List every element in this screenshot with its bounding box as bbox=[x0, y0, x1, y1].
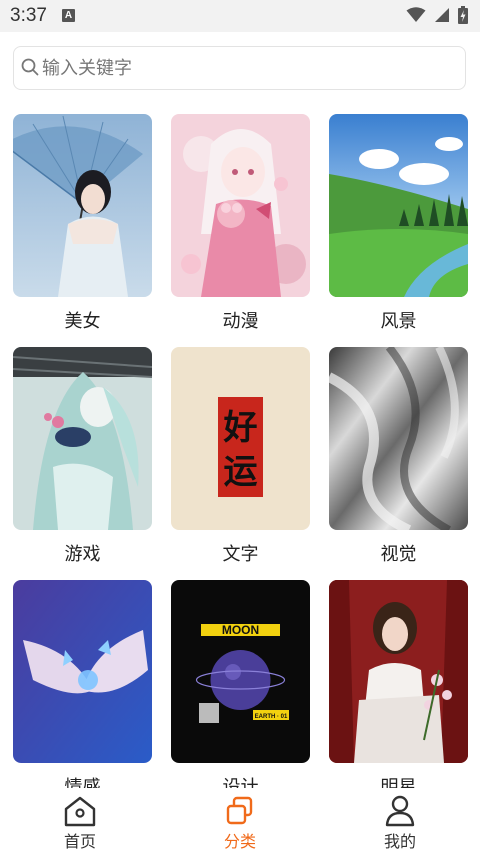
battery-icon bbox=[458, 6, 468, 24]
signal-icon bbox=[435, 8, 449, 22]
tab-profile-label: 我的 bbox=[383, 832, 416, 851]
beauty-thumbnail bbox=[13, 114, 152, 297]
category-icon bbox=[226, 796, 253, 825]
home-icon bbox=[64, 796, 96, 827]
category-card-anime[interactable] bbox=[171, 114, 310, 297]
scenery-thumbnail bbox=[329, 114, 468, 297]
category-label[interactable]: 视觉 bbox=[329, 540, 468, 566]
category-card-visual[interactable] bbox=[329, 347, 468, 530]
emotion-thumbnail bbox=[13, 580, 152, 763]
search-icon bbox=[21, 58, 39, 76]
category-label[interactable]: 动漫 bbox=[171, 307, 310, 333]
category-label[interactable]: 游戏 bbox=[13, 540, 152, 566]
status-time: 3:37 bbox=[10, 5, 47, 26]
game-thumbnail bbox=[13, 347, 152, 530]
category-label[interactable]: 风景 bbox=[329, 307, 468, 333]
category-card-emotion[interactable] bbox=[13, 580, 152, 763]
category-card-scenery[interactable] bbox=[329, 114, 468, 297]
category-label[interactable]: 美女 bbox=[13, 307, 152, 333]
calligraphy-char-1: 好 bbox=[223, 408, 258, 448]
category-label[interactable]: 文字 bbox=[171, 540, 310, 566]
category-card-design[interactable]: MOON EARTH · 01 bbox=[171, 580, 310, 763]
profile-icon bbox=[385, 795, 415, 827]
status-bar: 3:37 A bbox=[0, 0, 480, 32]
wifi-icon bbox=[406, 7, 426, 22]
moon-subtitle: EARTH · 01 bbox=[255, 714, 288, 720]
tab-category[interactable]: 分类 bbox=[180, 788, 300, 853]
category-card-beauty[interactable] bbox=[13, 114, 152, 297]
visual-thumbnail bbox=[329, 347, 468, 530]
calligraphy-char-2: 运 bbox=[224, 452, 258, 492]
text-thumbnail: 好 运 bbox=[171, 347, 310, 530]
search-input[interactable] bbox=[42, 47, 452, 89]
notification-icon: A bbox=[62, 9, 75, 22]
tab-category-label: 分类 bbox=[223, 832, 256, 851]
tab-profile[interactable]: 我的 bbox=[340, 788, 460, 853]
status-icons bbox=[406, 6, 468, 24]
category-card-text[interactable]: 好 运 bbox=[171, 347, 310, 530]
celebrity-thumbnail bbox=[329, 580, 468, 763]
category-card-celebrity[interactable] bbox=[329, 580, 468, 763]
category-card-game[interactable] bbox=[13, 347, 152, 530]
anime-thumbnail bbox=[171, 114, 310, 297]
tab-home[interactable]: 首页 bbox=[20, 788, 140, 853]
design-thumbnail: MOON EARTH · 01 bbox=[171, 580, 310, 763]
tab-home-label: 首页 bbox=[63, 832, 96, 851]
search-bar[interactable] bbox=[13, 46, 466, 90]
moon-title: MOON bbox=[222, 623, 259, 637]
bottom-tab-bar: 首页 分类 我的 bbox=[0, 788, 480, 853]
